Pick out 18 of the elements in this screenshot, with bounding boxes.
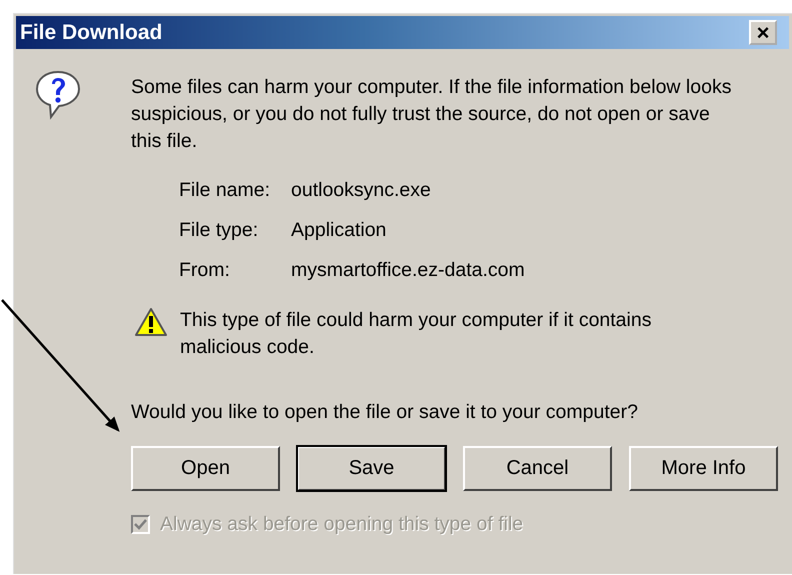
- field-label: File name:: [179, 178, 272, 203]
- field-value: mysmartoffice.ez-data.com: [291, 258, 526, 283]
- close-button[interactable]: ×: [749, 20, 777, 45]
- dialog-button[interactable]: More Info: [629, 446, 778, 491]
- field-value: Application: [291, 218, 388, 243]
- checkbox-label: Always ask before opening this type of file: [160, 513, 524, 536]
- dialog-button[interactable]: Open: [131, 446, 280, 491]
- question-text: Would you like to open the file or save it to your computer?: [131, 400, 639, 425]
- window-title: File Download: [20, 20, 162, 44]
- question-icon: [34, 69, 82, 121]
- warning-text: This type of file could harm your computer if it contains malicious code.: [180, 308, 652, 360]
- warning-message: Some files can harm your computer. If the file information below looks suspicious, or you do not fully trust the source, do not open or save this file.: [131, 75, 732, 154]
- dialog-button[interactable]: Cancel: [463, 446, 612, 491]
- field-value: outlooksync.exe: [291, 178, 432, 203]
- field-label: File type:: [179, 218, 260, 243]
- dialog-button[interactable]: Save: [297, 446, 446, 491]
- field-label: From:: [179, 258, 231, 283]
- warning-icon: [134, 307, 168, 337]
